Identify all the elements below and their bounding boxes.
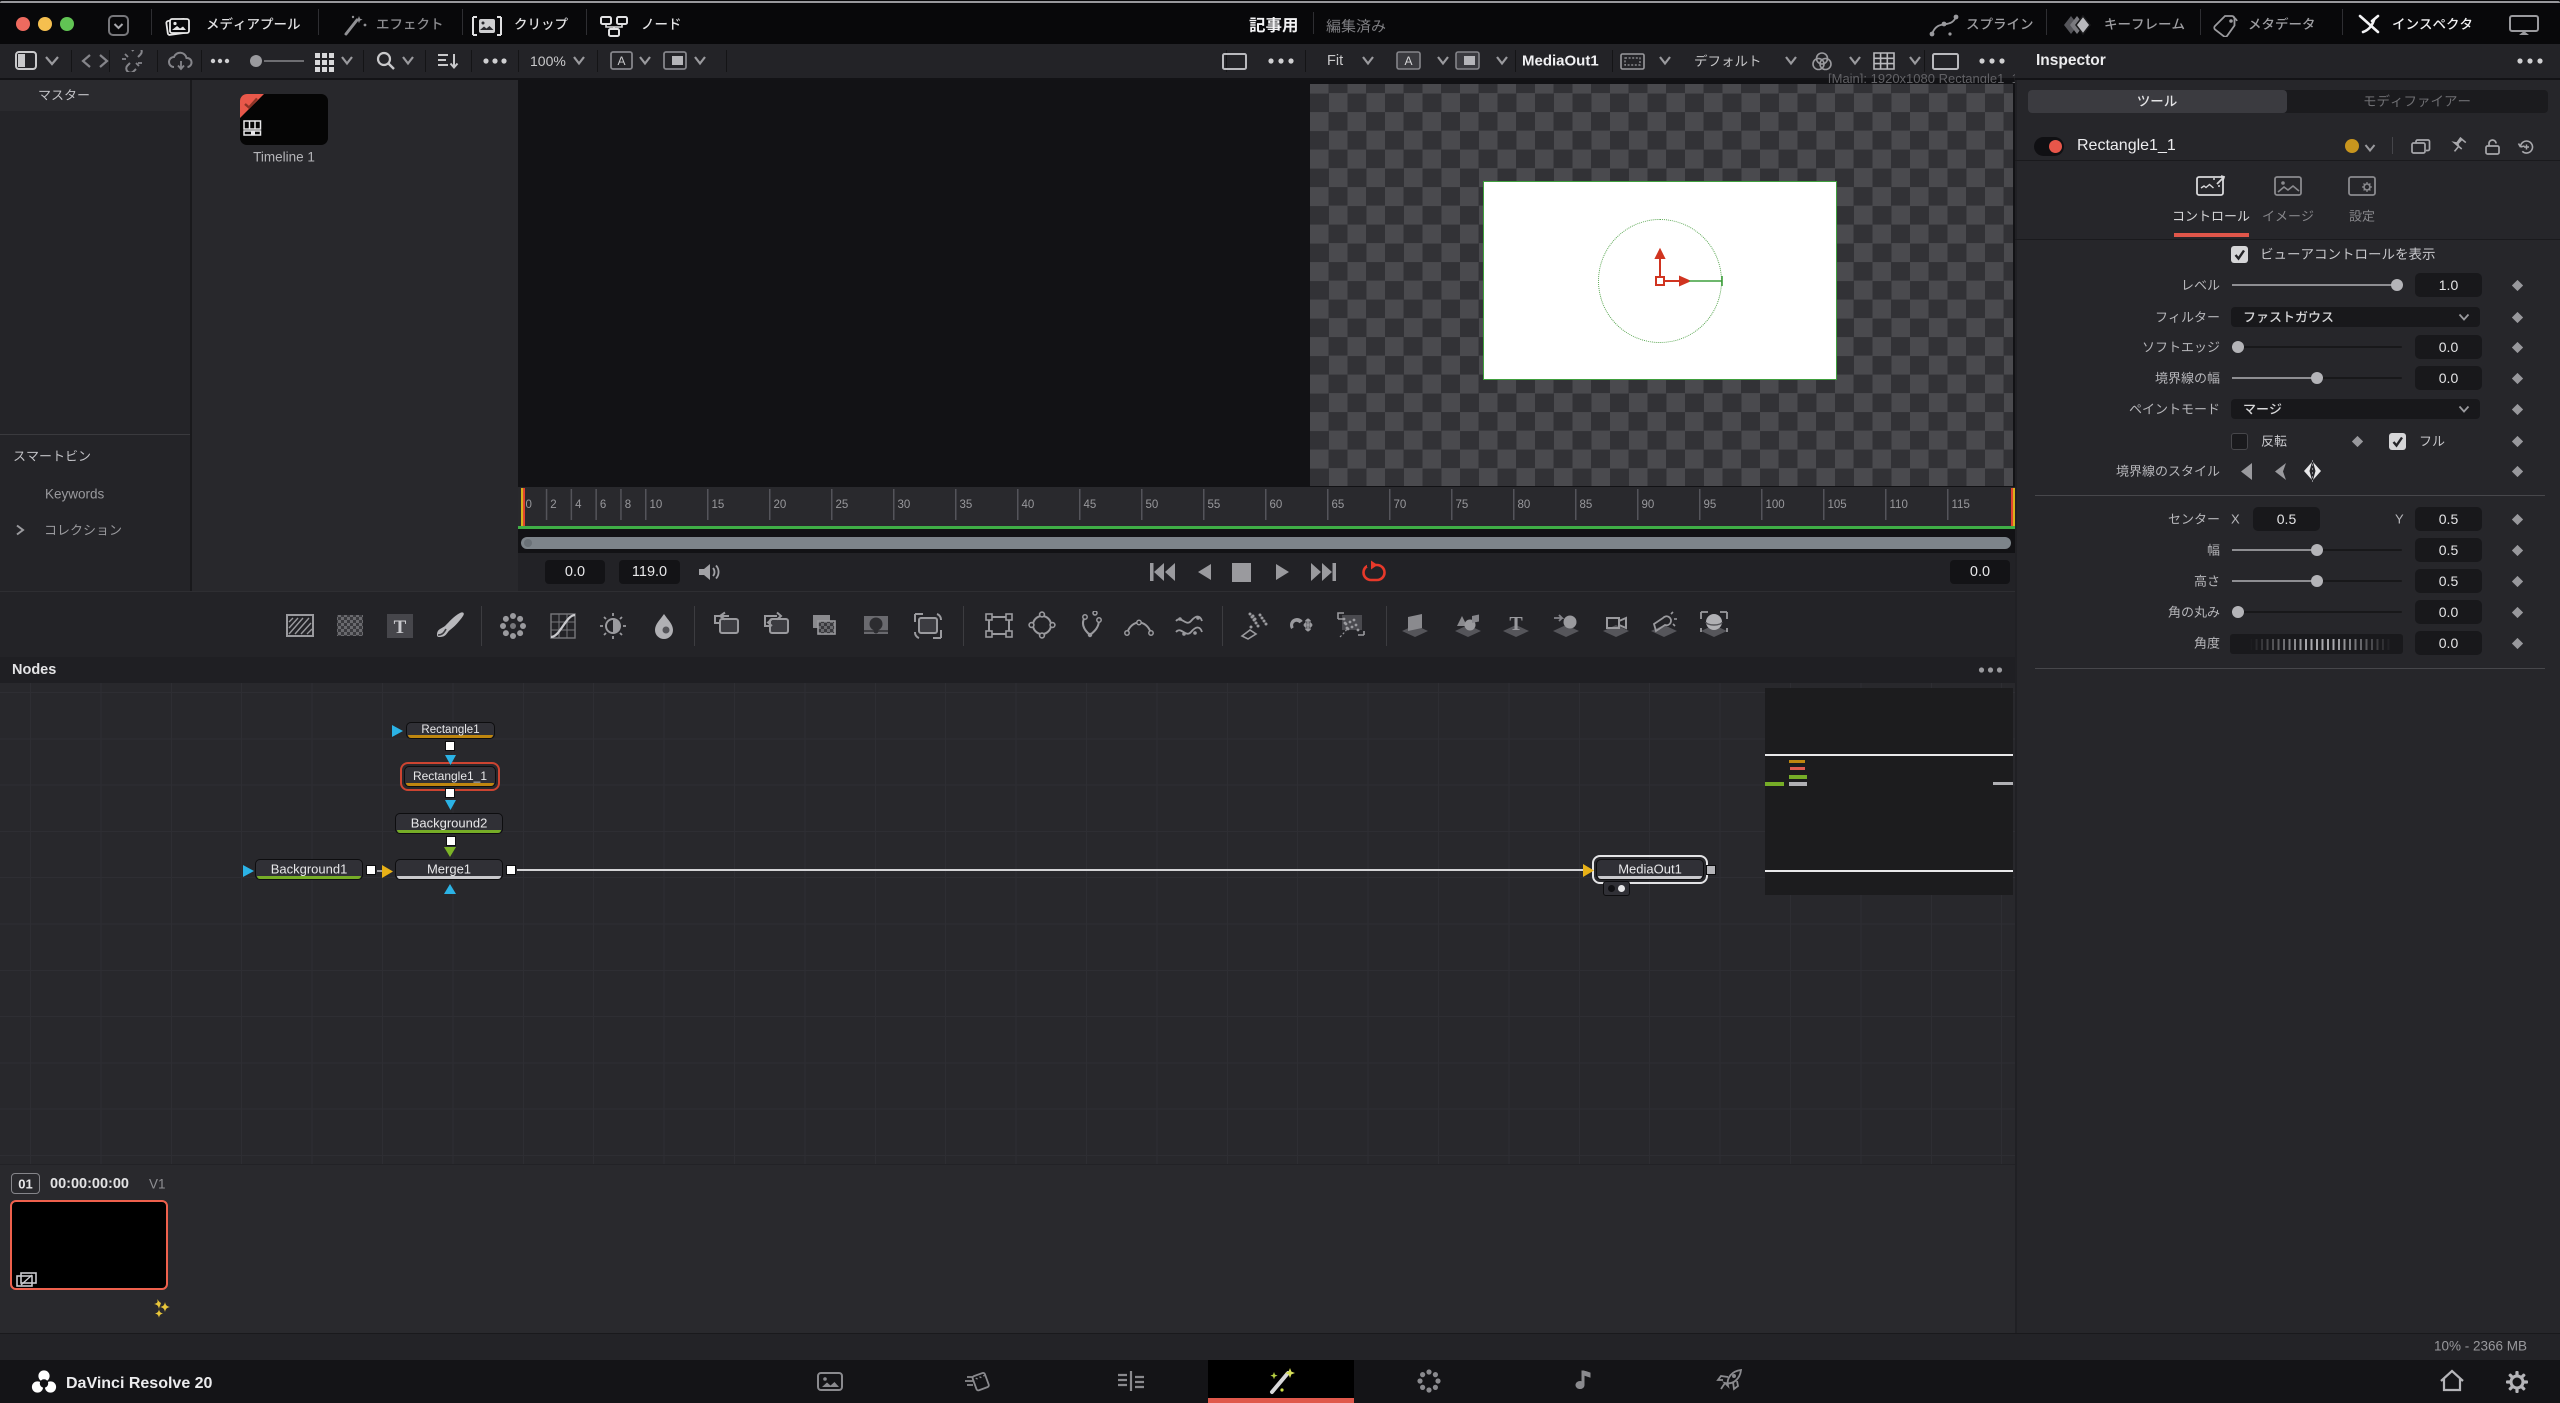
svg-text:60: 60 [1270, 499, 1283, 511]
svg-text:A: A [1404, 54, 1412, 68]
svg-text:55: 55 [1208, 499, 1221, 511]
svg-text:70: 70 [1394, 499, 1407, 511]
svg-text:80: 80 [1518, 499, 1531, 511]
svg-text:35: 35 [960, 499, 973, 511]
svg-text:85: 85 [1580, 499, 1593, 511]
svg-text:4: 4 [575, 499, 582, 511]
svg-text:T: T [1509, 613, 1523, 635]
svg-text:8: 8 [625, 499, 631, 511]
svg-text:15: 15 [712, 499, 725, 511]
svg-text:T: T [394, 617, 407, 638]
svg-text:A: A [617, 54, 625, 68]
svg-text:115: 115 [1952, 499, 1970, 511]
svg-text:65: 65 [1332, 499, 1345, 511]
svg-text:110: 110 [1890, 499, 1908, 511]
svg-text:25: 25 [836, 499, 849, 511]
svg-text:30: 30 [898, 499, 911, 511]
svg-text:100: 100 [1766, 499, 1785, 511]
svg-text:20: 20 [774, 499, 787, 511]
svg-text:75: 75 [1456, 499, 1469, 511]
svg-text:10: 10 [650, 499, 663, 511]
svg-text:2: 2 [550, 499, 556, 511]
svg-text:0: 0 [526, 499, 532, 511]
svg-text:6: 6 [600, 499, 606, 511]
svg-text:40: 40 [1022, 499, 1035, 511]
svg-text:95: 95 [1704, 499, 1717, 511]
svg-text:105: 105 [1828, 499, 1847, 511]
svg-text:45: 45 [1084, 499, 1097, 511]
svg-text:50: 50 [1146, 499, 1159, 511]
svg-text:90: 90 [1642, 499, 1655, 511]
